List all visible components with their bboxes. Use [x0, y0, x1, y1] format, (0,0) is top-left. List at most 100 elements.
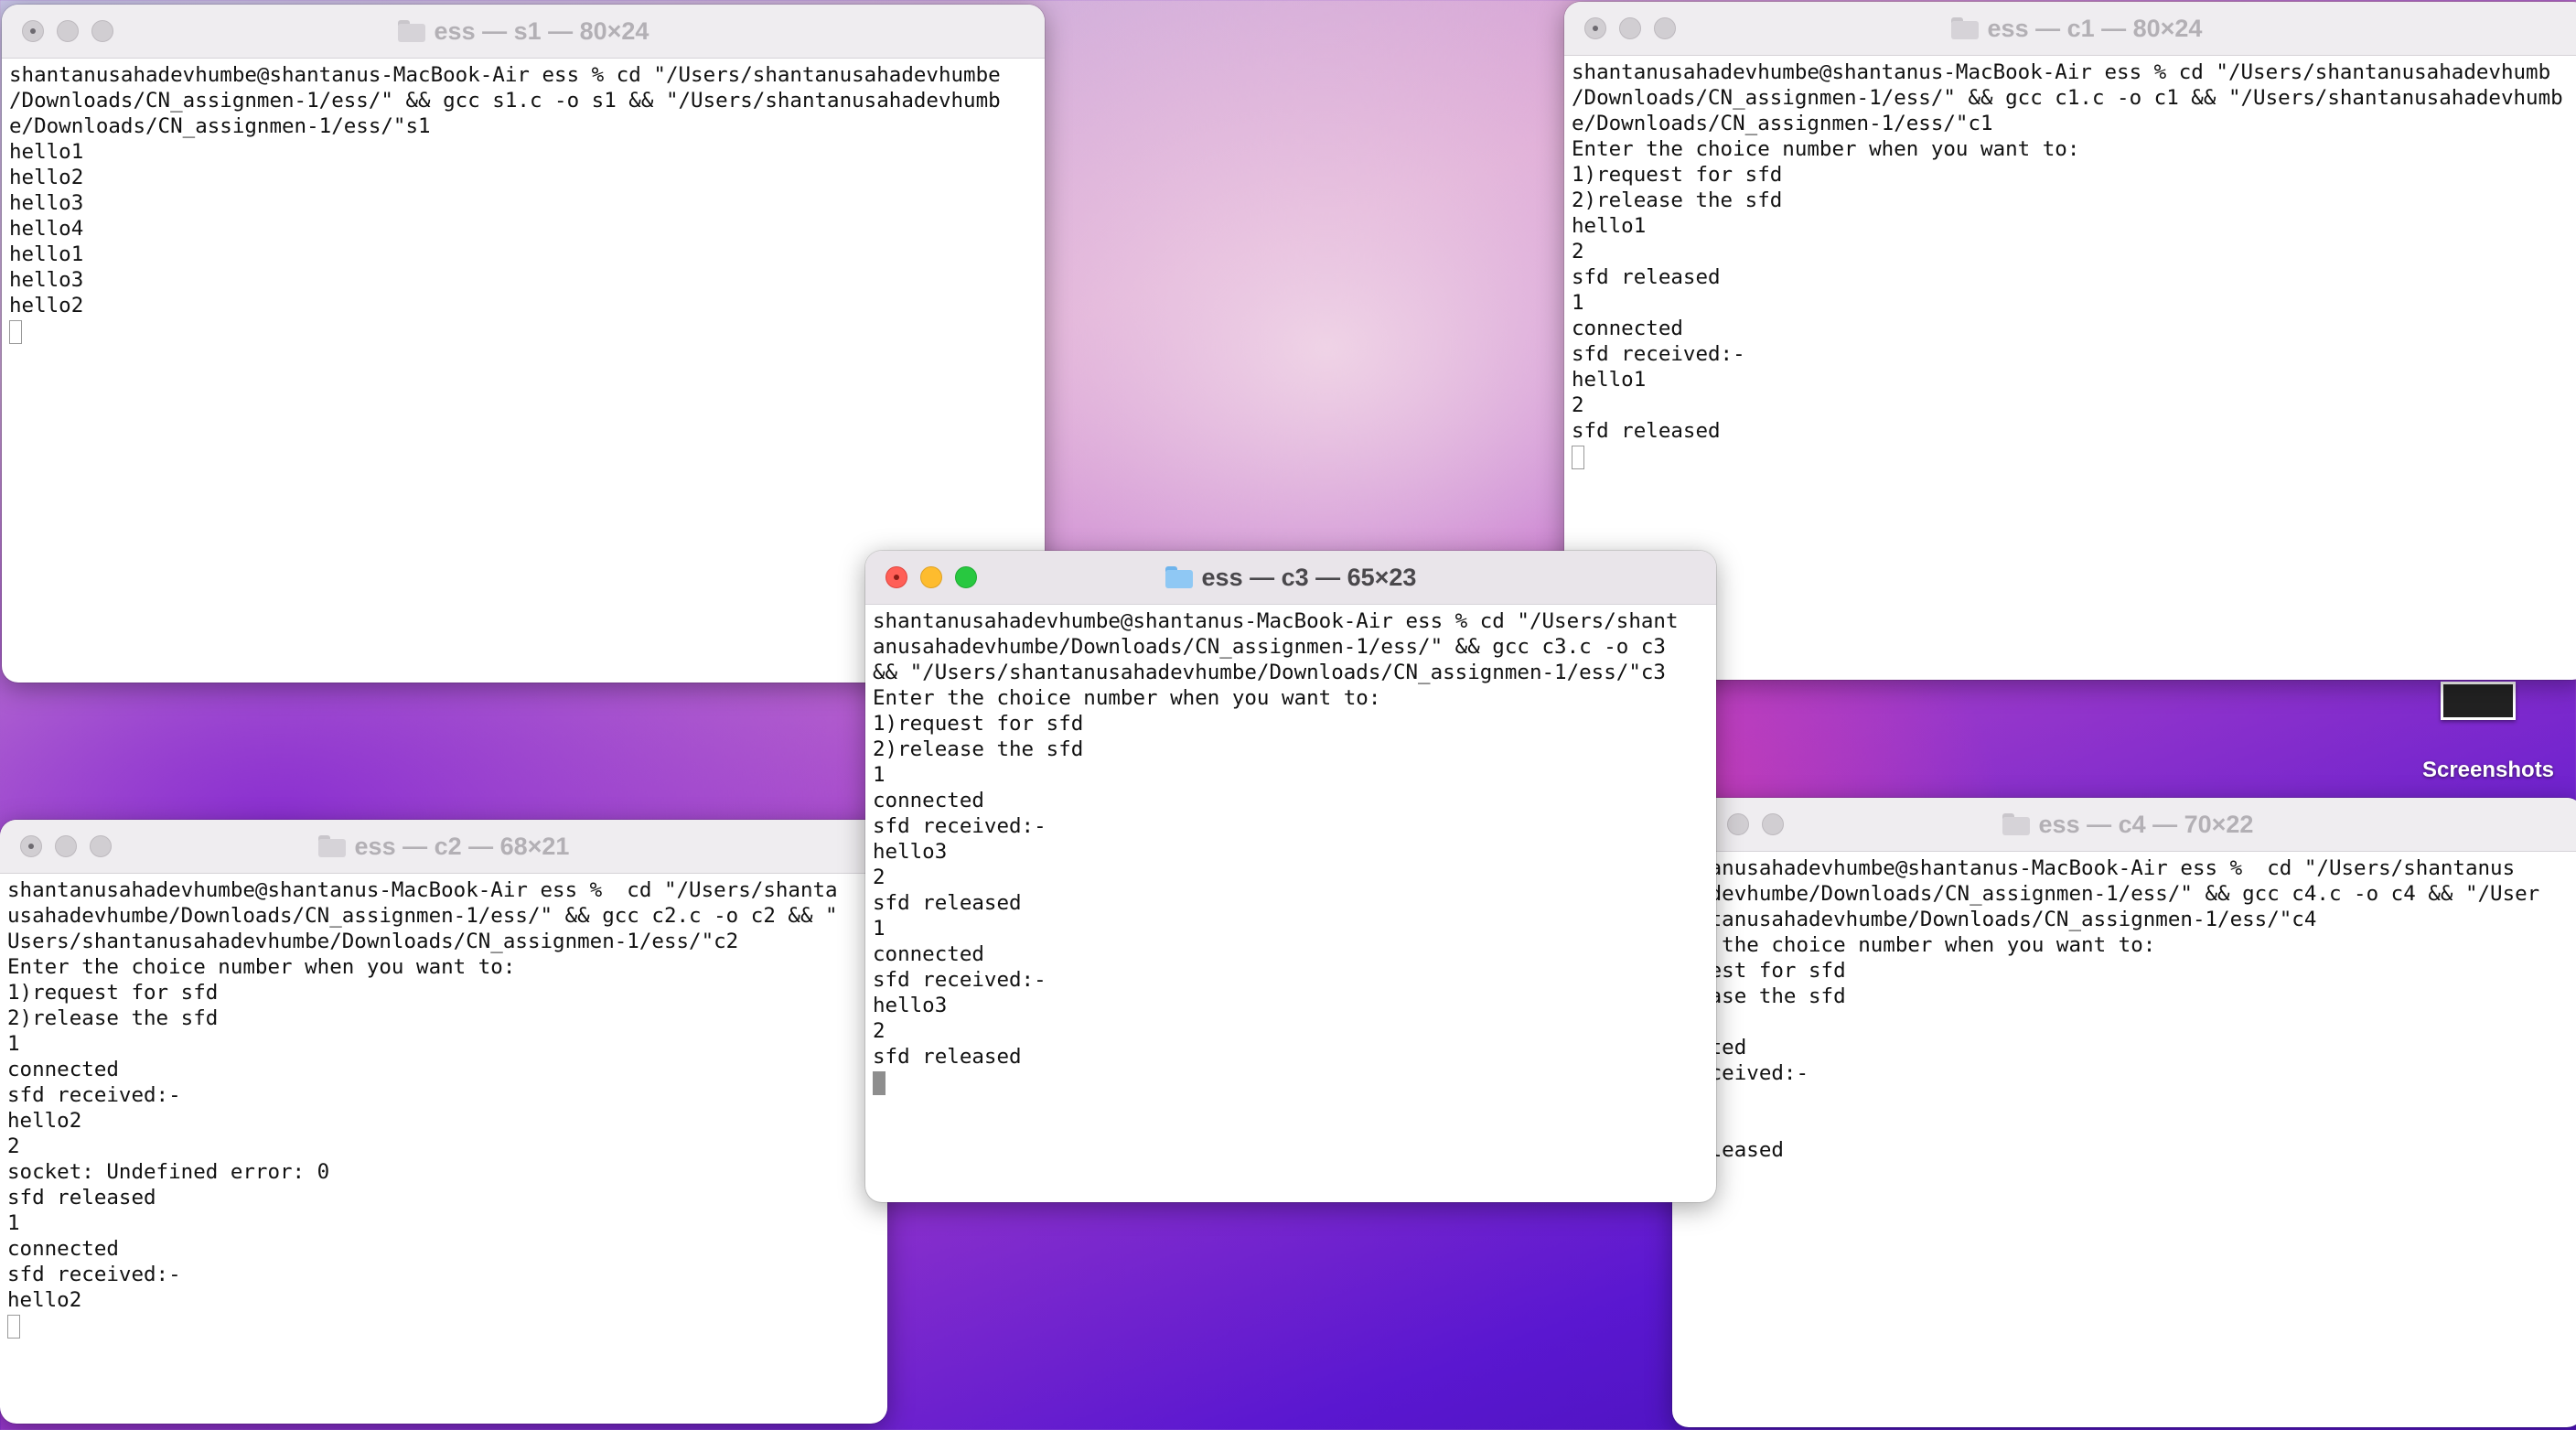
- zoom-button[interactable]: [955, 566, 977, 588]
- terminal-line: sfd released: [873, 1045, 1022, 1069]
- titlebar[interactable]: ess — c4 — 70×22: [1672, 798, 2576, 852]
- terminal-output[interactable]: shantanusahadevhumbe@shantanus-MacBook-A…: [1564, 56, 2576, 469]
- terminal-line: sfd received:-: [873, 814, 1046, 838]
- text-cursor: [9, 319, 22, 344]
- zoom-button[interactable]: [1654, 17, 1676, 39]
- terminal-line: sfd received:-: [1572, 342, 1745, 366]
- terminal-line: sfd released: [1572, 419, 1721, 443]
- minimize-button[interactable]: [1727, 813, 1749, 835]
- folder-icon: [397, 20, 425, 42]
- terminal-line: Users/shantanusahadevhumbe/Downloads/CN_…: [7, 930, 739, 953]
- close-button[interactable]: [886, 566, 907, 588]
- terminal-line: 1)request for sfd: [1572, 163, 1783, 187]
- text-cursor: [7, 1314, 20, 1339]
- window-title: ess — s1 — 80×24: [434, 16, 649, 45]
- terminal-line: shantanusahadevhumbe@shantanus-MacBook-A…: [873, 609, 1679, 633]
- folder-icon: [317, 835, 346, 857]
- terminal-line: Enter the choice number when you want to…: [873, 686, 1381, 710]
- terminal-line: && "/Users/shantanusahadevhumbe/Download…: [873, 661, 1666, 684]
- terminal-line: 2: [1572, 393, 1584, 417]
- terminal-line: connected: [873, 942, 984, 966]
- terminal-line: /Downloads/CN_assignmen-1/ess/" && gcc s…: [9, 89, 1001, 113]
- terminal-line: 1: [873, 763, 886, 787]
- terminal-output[interactable]: shantanusahadevhumbe@shantanus-MacBook-A…: [2, 59, 1045, 344]
- text-cursor: [873, 1070, 886, 1095]
- terminal-line: 1: [873, 917, 886, 941]
- close-button[interactable]: [22, 20, 44, 42]
- terminal-window-c2[interactable]: ess — c2 — 68×21 shantanusahadevhumbe@sh…: [0, 820, 887, 1424]
- minimize-button[interactable]: [1619, 17, 1641, 39]
- screenshot-thumbnail-icon: [2441, 682, 2516, 720]
- terminal-line: lo4: [1672, 1086, 2576, 1112]
- terminal-line: nected: [1672, 1035, 2576, 1060]
- terminal-line: shantanusahadevhumbe@shantanus-MacBook-A…: [1572, 60, 2551, 84]
- terminal-line: hello3: [9, 268, 84, 292]
- terminal-output[interactable]: antanusahadevhumbe@shantanus-MacBook-Air…: [1672, 852, 2576, 1163]
- terminal-line: ahadevhumbe/Downloads/CN_assignmen-1/ess…: [1672, 882, 2540, 906]
- zoom-button[interactable]: [1762, 813, 1784, 835]
- terminal-line: hello3: [9, 191, 84, 215]
- terminal-line: sfd released: [1572, 265, 1721, 289]
- close-button[interactable]: [1584, 17, 1606, 39]
- minimize-button[interactable]: [55, 835, 77, 857]
- terminal-line: 2: [1572, 240, 1584, 263]
- terminal-line: Enter the choice number when you want to…: [1572, 137, 2080, 161]
- terminal-window-c3[interactable]: ess — c3 — 65×23 shantanusahadevhumbe@sh…: [865, 551, 1716, 1202]
- terminal-line: socket: Undefined error: 0: [7, 1160, 330, 1184]
- zoom-button[interactable]: [91, 20, 113, 42]
- terminal-line: 2: [873, 866, 886, 889]
- terminal-window-c4[interactable]: ess — c4 — 70×22 antanusahadevhumbe@shan…: [1672, 798, 2576, 1427]
- terminal-line: 2)release the sfd: [1572, 188, 1783, 212]
- terminal-line: 1: [7, 1032, 20, 1056]
- terminal-line: connected: [1572, 317, 1683, 340]
- terminal-line: hello3: [873, 840, 948, 864]
- terminal-line: equest for sfd: [1672, 959, 1846, 983]
- terminal-line: usahadevhumbe/Downloads/CN_assignmen-1/e…: [7, 904, 838, 928]
- terminal-line: received:-: [1672, 1061, 1809, 1085]
- terminal-line: ter the choice number when you want to:: [1672, 933, 2156, 957]
- terminal-line: sfd received:-: [7, 1083, 181, 1107]
- titlebar[interactable]: ess — c2 — 68×21: [0, 820, 887, 874]
- terminal-line: hello1: [1572, 368, 1647, 392]
- terminal-line: sfd released: [873, 891, 1022, 915]
- terminal-line: sfd released: [7, 1186, 156, 1210]
- terminal-line: elease the sfd: [1672, 984, 1846, 1008]
- terminal-line: connected: [7, 1058, 119, 1081]
- terminal-line: 2)release the sfd: [873, 737, 1084, 761]
- terminal-line: hello1: [1572, 214, 1647, 238]
- terminal-line: anusahadevhumbe/Downloads/CN_assignmen-1…: [873, 635, 1666, 659]
- terminal-line: hello4: [9, 217, 84, 241]
- terminal-line: released: [1672, 1138, 1784, 1162]
- zoom-button[interactable]: [90, 835, 112, 857]
- terminal-line: Enter the choice number when you want to…: [7, 955, 516, 979]
- terminal-line: sfd received:-: [873, 968, 1046, 992]
- terminal-line: shantanusahadevhumbe@shantanus-MacBook-A…: [7, 878, 838, 902]
- terminal-line: e/Downloads/CN_assignmen-1/ess/"s1: [9, 114, 431, 138]
- terminal-line: /Downloads/CN_assignmen-1/ess/" && gcc c…: [1572, 86, 2563, 110]
- close-button[interactable]: [20, 835, 42, 857]
- terminal-line: hello1: [9, 140, 84, 164]
- terminal-line: hello1: [9, 242, 84, 266]
- terminal-line: antanusahadevhumbe@shantanus-MacBook-Air…: [1672, 856, 2516, 880]
- terminal-line: shantanusahadevhumbe@shantanus-MacBook-A…: [9, 63, 1001, 87]
- terminal-line: 1)request for sfd: [7, 981, 219, 1005]
- minimize-button[interactable]: [920, 566, 942, 588]
- terminal-line: connected: [7, 1237, 119, 1261]
- window-title: ess — c1 — 80×24: [1987, 14, 2203, 42]
- screenshots-folder-label[interactable]: Screenshots: [2397, 758, 2576, 783]
- terminal-line: 2: [7, 1134, 20, 1158]
- window-title: ess — c2 — 68×21: [354, 832, 570, 860]
- folder-icon: [1950, 17, 1979, 39]
- titlebar[interactable]: ess — c1 — 80×24: [1564, 2, 2576, 56]
- terminal-output[interactable]: shantanusahadevhumbe@shantanus-MacBook-A…: [0, 874, 887, 1339]
- terminal-line: hello3: [873, 994, 948, 1017]
- titlebar[interactable]: ess — c3 — 65×23: [865, 551, 1716, 605]
- terminal-line: hello2: [7, 1109, 82, 1133]
- terminal-output[interactable]: shantanusahadevhumbe@shantanus-MacBook-A…: [865, 605, 1716, 1095]
- terminal-line: hello2: [9, 166, 84, 189]
- minimize-button[interactable]: [57, 20, 79, 42]
- titlebar[interactable]: ess — s1 — 80×24: [2, 5, 1045, 59]
- terminal-line: 1: [7, 1211, 20, 1235]
